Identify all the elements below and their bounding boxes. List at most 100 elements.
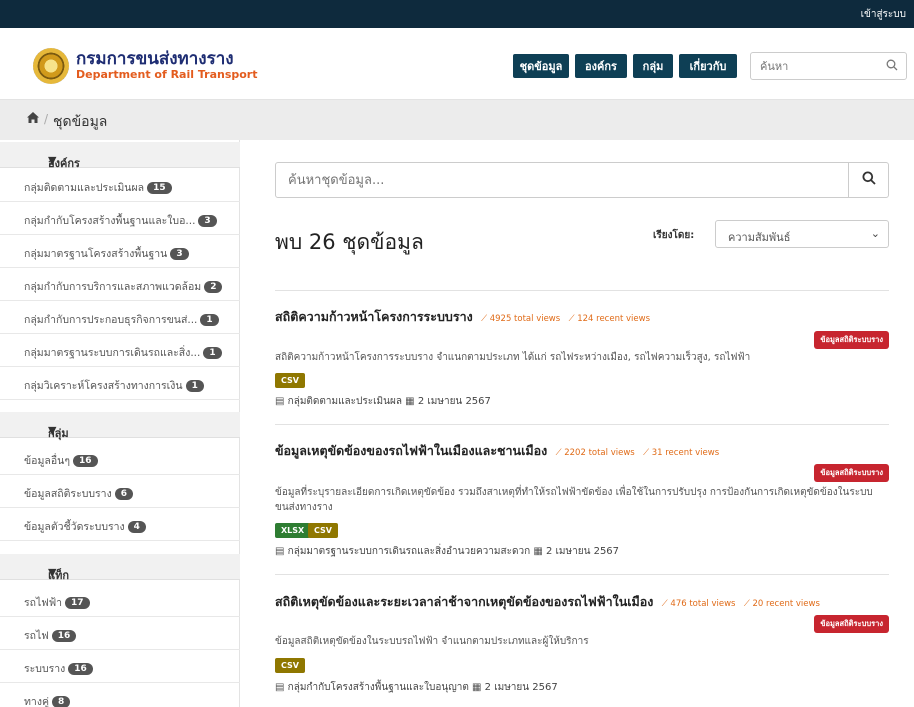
dataset-meta: ▤ กลุ่มมาตรฐานระบบการเดินรถและสิ่งอำนวยค… [275,544,619,559]
dataset-meta: ▤ กลุ่มติดตามและประเมินผล ▦ 2 เมษายน 256… [275,394,491,409]
dataset-organization[interactable]: กลุ่มกำกับโครงสร้างพื้นฐานและใบอนุญาต [288,682,469,693]
dataset-organization[interactable]: กลุ่มติดตามและประเมินผล [288,396,402,407]
facet-item-label: กลุ่มกำกับการบริการและสภาพแวดล้อม [24,281,202,293]
count-badge: 3 [170,248,189,260]
nav-organizations-button[interactable]: องค์กร [575,54,627,78]
facet-item-group[interactable]: ข้อมูลสถิติระบบราง 6 [0,475,240,508]
facet-item-label: กลุ่มกำกับการประกอบธุรกิจการขนส่... [24,314,198,326]
search-icon[interactable] [886,59,898,74]
dataset-search-box [275,162,889,198]
recent-views-text: 20 recent views [752,599,820,609]
facet-item-label: รถไฟฟ้า [24,597,63,609]
facet-item-org[interactable]: กลุ่มมาตรฐานโครงสร้างพื้นฐาน 3 [0,235,240,268]
building-icon: ▤ [275,546,285,557]
facet-heading-organizations: ▼ องค์กร [0,142,240,170]
facet-item-org[interactable]: กลุ่มวิเคราะห์โครงสร้างทางการเงิน 1 [0,367,240,400]
divider [275,424,889,425]
header-search-input[interactable] [751,53,881,79]
dataset-group-tag[interactable]: ข้อมูลสถิติระบบราง [814,615,889,633]
result-count-title: พบ 26 ชุดข้อมูล [275,230,424,254]
facet-item-org[interactable]: กลุ่มกำกับการประกอบธุรกิจการขนส่... 1 [0,301,240,334]
sort-select[interactable]: ความสัมพันธ์ ⌄ [715,220,889,248]
facet-item-org[interactable]: กลุ่มติดตามและประเมินผล 15 [0,169,240,202]
sort-selected-value: ความสัมพันธ์ [728,231,791,244]
nav-datasets-button[interactable]: ชุดข้อมูล [513,54,569,78]
facet-item-label: ข้อมูลสถิติระบบราง [24,488,112,500]
facet-heading-label: กลุ่ม [48,427,69,440]
search-icon [862,171,876,189]
header-search-box [750,52,907,80]
count-badge: 17 [65,597,90,609]
recent-views: ⟋ 124 recent views [569,314,650,324]
dataset-title-text[interactable]: ข้อมูลเหตุขัดข้องของรถไฟฟ้าในเมืองและชาน… [275,443,547,458]
count-badge: 6 [114,488,133,500]
logo-title-english[interactable]: Department of Rail Transport [76,68,257,81]
count-badge: 15 [147,182,172,194]
format-badge-xlsx[interactable]: XLSX [275,523,311,538]
dataset-group-tag[interactable]: ข้อมูลสถิติระบบราง [814,464,889,482]
nav-about-button[interactable]: เกี่ยวกับ [679,54,737,78]
dataset-title[interactable]: ข้อมูลเหตุขัดข้องของรถไฟฟ้าในเมืองและชาน… [275,441,719,461]
dataset-date: 2 เมษายน 2567 [545,546,620,557]
nav-groups-button[interactable]: กลุ่ม [633,54,673,78]
total-views: ⟋ 2202 total views [556,448,635,458]
count-badge: 16 [51,630,77,642]
login-link[interactable]: เข้าสู่ระบบ [861,7,906,22]
facet-heading-groups: ▼ กลุ่ม [0,412,240,440]
facet-item-group[interactable]: ข้อมูลตัวชี้วัดระบบราง 4 [0,508,240,541]
total-views: ⟋ 4925 total views [481,314,560,324]
facet-item-label: ข้อมูลอื่นๆ [24,455,70,467]
recent-views: ⟋ 31 recent views [643,448,719,458]
breadcrumb-current[interactable]: ชุดข้อมูล [53,111,107,133]
dataset-title-text[interactable]: สถิติเหตุขัดข้องและระยะเวลาล่าช้าจากเหตุ… [275,594,653,609]
dataset-organization[interactable]: กลุ่มมาตรฐานระบบการเดินรถและสิ่งอำนวยควา… [288,546,530,557]
top-bar: เข้าสู่ระบบ [0,0,914,28]
chart-icon: ⟋ [743,599,753,609]
total-views-text: 2202 total views [564,448,635,458]
count-badge: 1 [203,347,222,359]
chart-icon: ⟋ [568,314,578,324]
breadcrumb: / ชุดข้อมูล [0,100,914,140]
facet-item-label: กลุ่มวิเคราะห์โครงสร้างทางการเงิน [24,380,183,392]
count-badge: 4 [127,521,146,533]
format-badge-csv[interactable]: CSV [275,373,305,388]
calendar-icon: ▦ [405,396,415,407]
facet-item-tag[interactable]: รถไฟ 16 [0,617,240,650]
format-badge-csv[interactable]: CSV [308,523,338,538]
dataset-title-text[interactable]: สถิติความก้าวหน้าโครงการระบบราง [275,309,473,324]
dataset-search-input[interactable] [276,163,836,197]
dataset-date: 2 เมษายน 2567 [417,396,491,407]
search-button[interactable] [848,163,888,197]
count-badge: 1 [185,380,204,392]
facet-item-tag[interactable]: ระบบราง 16 [0,650,240,683]
calendar-icon: ▦ [472,682,482,693]
sort-label: เรียงโดย: [653,230,695,241]
count-badge: 1 [200,314,219,326]
dataset-title[interactable]: สถิติเหตุขัดข้องและระยะเวลาล่าช้าจากเหตุ… [275,592,820,612]
recent-views-text: 31 recent views [651,448,720,458]
facet-item-tag[interactable]: ทางคู่ 8 [0,683,240,707]
department-seal-icon[interactable] [33,48,69,84]
facet-item-org[interactable]: กลุ่มกำกับโครงสร้างพื้นฐานและใบอ... 3 [0,202,240,235]
building-icon: ▤ [275,682,285,693]
facet-item-org[interactable]: กลุ่มกำกับการบริการและสภาพแวดล้อม 2 [0,268,240,301]
facet-item-group[interactable]: ข้อมูลอื่นๆ 16 [0,442,240,475]
facet-item-tag[interactable]: รถไฟฟ้า 17 [0,584,240,617]
total-views-text: 476 total views [670,599,736,609]
facet-item-org[interactable]: กลุ่มมาตรฐานระบบการเดินรถและสิ่ง... 1 [0,334,240,367]
divider [275,290,889,291]
building-icon: ▤ [275,396,285,407]
divider [275,574,889,575]
dataset-title[interactable]: สถิติความก้าวหน้าโครงการระบบราง ⟋ 4925 t… [275,307,650,327]
home-icon[interactable] [26,111,40,128]
dataset-group-tag[interactable]: ข้อมูลสถิติระบบราง [814,331,889,349]
facet-heading-tags: ▼ แท็ก [0,554,240,582]
facet-item-label: กลุ่มมาตรฐานโครงสร้างพื้นฐาน [24,248,168,260]
facet-sidebar: ▼ องค์กร กลุ่มติดตามและประเมินผล 15 กลุ่ม… [0,140,240,707]
format-badge-csv[interactable]: CSV [275,658,305,673]
recent-views: ⟋ 20 recent views [744,599,820,609]
chevron-down-icon: ⌄ [870,227,880,240]
count-badge: 16 [72,455,98,467]
dataset-description: ข้อมูลสถิติเหตุขัดข้องในระบบรถไฟฟ้า จำแน… [275,636,589,647]
facet-item-label: กลุ่มติดตามและประเมินผล [24,182,145,194]
